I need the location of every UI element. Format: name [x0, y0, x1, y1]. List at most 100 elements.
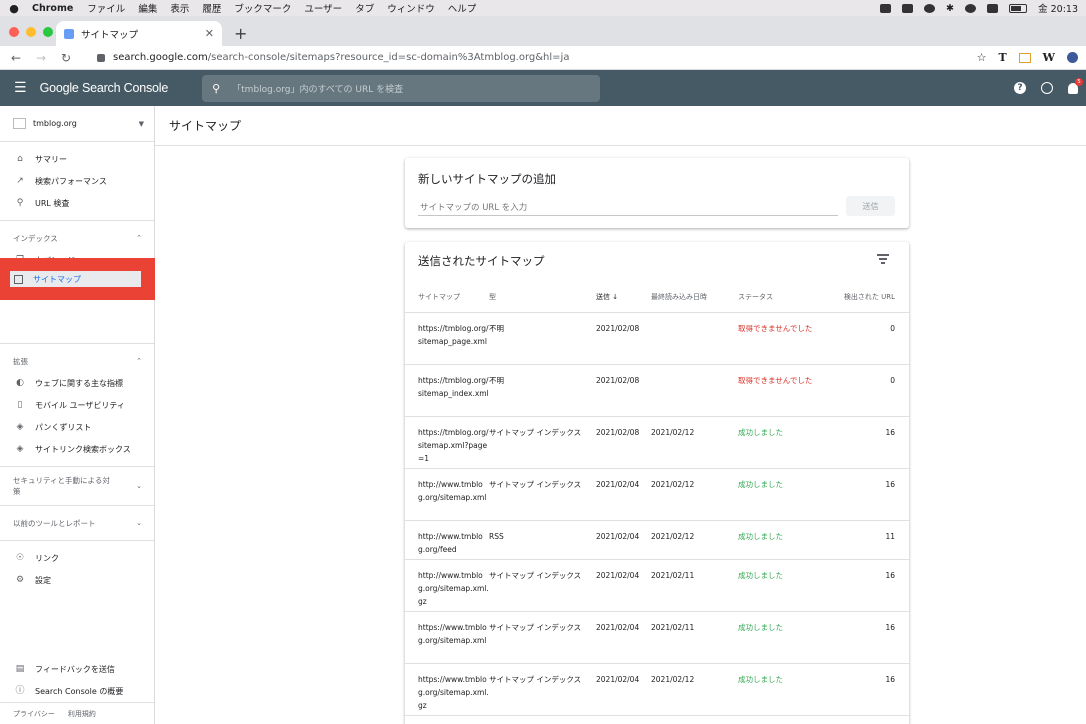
url-inspection-search[interactable]: ⚲ 「tmblog.org」内のすべての URL を検査 [202, 74, 601, 102]
cell-submitted: 2021/02/08 [596, 312, 651, 365]
tab-title: サイトマップ [81, 29, 139, 41]
table-row[interactable]: https://www.tmRSS2021/02/042021/02/12成功し… [405, 715, 909, 724]
sidebar-item-breadcrumbs[interactable]: ◈ パンくずリスト [0, 416, 154, 438]
sidebar-item-settings[interactable]: ⚙ 設定 [0, 569, 154, 591]
cell-submitted: 2021/02/04 [596, 611, 651, 664]
sidebar-item-url-inspection[interactable]: ⚲ URL 検査 [0, 192, 154, 214]
sitemap-url-input[interactable] [418, 197, 838, 216]
menu-file[interactable]: ファイル [87, 1, 125, 15]
column-header-discovered-urls[interactable]: 検出された URL [828, 282, 909, 313]
minimize-window-button[interactable] [26, 27, 36, 37]
hamburger-menu-icon[interactable]: ☰ [14, 80, 27, 96]
cell-last-read: 2021/02/12 [651, 520, 738, 560]
menu-edit[interactable]: 編集 [138, 1, 157, 15]
bluetooth-icon[interactable]: ✱ [946, 3, 954, 14]
submit-button[interactable]: 送信 [846, 196, 895, 216]
cell-submitted: 2021/02/04 [596, 468, 651, 521]
sidebar: tmblog.org ▼ ⌂ サマリー ↗ 検索パフォーマンス ⚲ URL 検査… [0, 106, 155, 724]
tab-strip: サイトマップ ✕ + [0, 16, 1086, 46]
forward-icon[interactable]: → [33, 51, 49, 65]
cell-sitemap-url: http://www.tmblog.org/sitemap.xml [405, 468, 489, 521]
menu-view[interactable]: 表示 [170, 1, 189, 15]
battery-icon[interactable] [1009, 3, 1028, 13]
macos-menubar: ● Chrome ファイル 編集 表示 履歴 ブックマーク ユーザー タブ ウィ… [0, 0, 1086, 16]
sidebar-item-summary[interactable]: ⌂ サマリー [0, 148, 154, 170]
table-row[interactable]: https://www.tmblog.org/sitemap.xml.gz サイト… [405, 663, 909, 716]
sidebar-item-core-web-vitals[interactable]: ◐ ウェブに関する主な指標 [0, 372, 154, 394]
rocket-icon[interactable] [880, 3, 892, 13]
docker-icon[interactable] [902, 3, 914, 13]
wifi-icon[interactable] [965, 3, 977, 13]
menu-tab[interactable]: タブ [355, 1, 374, 15]
section-label: 拡張 [13, 356, 28, 366]
browser-tab[interactable]: サイトマップ ✕ [56, 21, 222, 46]
home-icon: ⌂ [17, 154, 23, 164]
sidebar-item-sitelinks-searchbox[interactable]: ◈ サイトリンク検索ボックス [0, 438, 154, 460]
help-icon[interactable]: ? [1014, 82, 1026, 94]
cloud-icon[interactable] [924, 3, 936, 13]
extension-profile-icon[interactable] [1067, 52, 1078, 63]
zoom-window-button[interactable] [43, 27, 53, 37]
gear-icon: ⚙ [15, 575, 25, 585]
back-icon[interactable]: ← [8, 51, 24, 65]
column-header-submitted[interactable]: 送信 ↓ [596, 282, 651, 313]
menu-window[interactable]: ウィンドウ [387, 1, 435, 15]
reload-icon[interactable]: ↻ [58, 51, 74, 65]
cell-sitemap-url: https://www.tmblog.org/sitemap.xml [405, 611, 489, 664]
cell-last-read: 2021/02/12 [651, 715, 738, 724]
sidebar-item-label: パンくずリスト [35, 422, 92, 432]
about-search-console[interactable]: ⓘ Search Console の概要 [0, 680, 154, 702]
cell-status: 成功しました [738, 520, 828, 560]
sidebar-item-sitemaps[interactable]: サイトマップ [10, 271, 141, 287]
table-row[interactable]: http://www.tmblog.org/sitemap.xml.gz サイトマ… [405, 559, 909, 612]
control-center-icon[interactable] [987, 3, 999, 13]
table-row[interactable]: https://tmblog.org/sitemap_page.xml 不明 202… [405, 312, 909, 365]
column-header-sitemap[interactable]: サイトマップ [405, 282, 489, 313]
account-settings-icon[interactable] [1041, 82, 1053, 94]
lock-icon[interactable] [97, 53, 105, 62]
close-window-button[interactable] [9, 27, 19, 37]
close-tab-icon[interactable]: ✕ [205, 27, 214, 40]
cell-type: サイトマップ インデックス [489, 663, 596, 716]
table-row[interactable]: http://www.tmblog.org/sitemap.xml サイトマップ … [405, 468, 909, 521]
section-security[interactable]: セキュリティと手動による対策 ⌄ [0, 473, 154, 499]
send-feedback[interactable]: ▤ フィードバックを送信 [0, 658, 154, 680]
table-row[interactable]: https://tmblog.org/sitemap_index.xml 不明 20… [405, 364, 909, 417]
app-menu[interactable]: Chrome [32, 3, 73, 14]
url-field[interactable]: search.google.com/search-console/sitemap… [113, 52, 569, 63]
extension-t-icon[interactable]: T [998, 51, 1006, 64]
feedback-icon: ▤ [15, 664, 25, 674]
table-row[interactable]: https://www.tmblog.org/sitemap.xml サイトマップ… [405, 611, 909, 664]
column-header-last-read[interactable]: 最終読み込み日時 [651, 282, 738, 313]
chevron-down-icon: ⌄ [136, 481, 142, 490]
sidebar-item-performance[interactable]: ↗ 検索パフォーマンス [0, 170, 154, 192]
terms-link[interactable]: 利用規約 [68, 709, 96, 719]
bookmark-star-icon[interactable]: ☆ [977, 51, 987, 64]
menu-help[interactable]: ヘルプ [448, 1, 477, 15]
filter-icon[interactable] [877, 254, 889, 266]
clock[interactable]: 金 20:13 [1038, 1, 1078, 15]
gauge-icon: ◐ [16, 378, 24, 388]
section-index[interactable]: インデックス ⌃ [0, 227, 154, 249]
section-legacy-tools[interactable]: 以前のツールとレポート ⌄ [0, 512, 154, 534]
sidebar-item-label: 設定 [35, 575, 51, 585]
apple-icon[interactable]: ● [8, 2, 20, 15]
column-header-status[interactable]: ステータス [738, 282, 828, 313]
sidebar-item-links[interactable]: ☉ リンク [0, 547, 154, 569]
sidebar-item-mobile-usability[interactable]: ▯ モバイル ユーザビリティ [0, 394, 154, 416]
menu-users[interactable]: ユーザー [304, 1, 342, 15]
menu-bookmarks[interactable]: ブックマーク [234, 1, 291, 15]
extension-w-icon[interactable]: W [1043, 51, 1055, 64]
table-row[interactable]: http://www.tmblog.org/feed RSS 2021/02/04 2… [405, 520, 909, 560]
notifications-icon[interactable]: 5 [1068, 77, 1083, 94]
section-enhancements[interactable]: 拡張 ⌃ [0, 350, 154, 372]
table-row[interactable]: https://tmblog.org/sitemap.xml?page=1 サイト… [405, 416, 909, 469]
menu-history[interactable]: 履歴 [202, 1, 221, 15]
property-selector[interactable]: tmblog.org ▼ [0, 106, 154, 142]
cell-status: 取得できませんでした [738, 364, 828, 417]
new-tab-button[interactable]: + [234, 24, 247, 43]
privacy-link[interactable]: プライバシー [13, 709, 55, 719]
extension-image-icon[interactable] [1018, 52, 1031, 63]
search-console-logo[interactable]: Google Search Console [40, 81, 169, 95]
column-header-type[interactable]: 型 [489, 282, 596, 313]
